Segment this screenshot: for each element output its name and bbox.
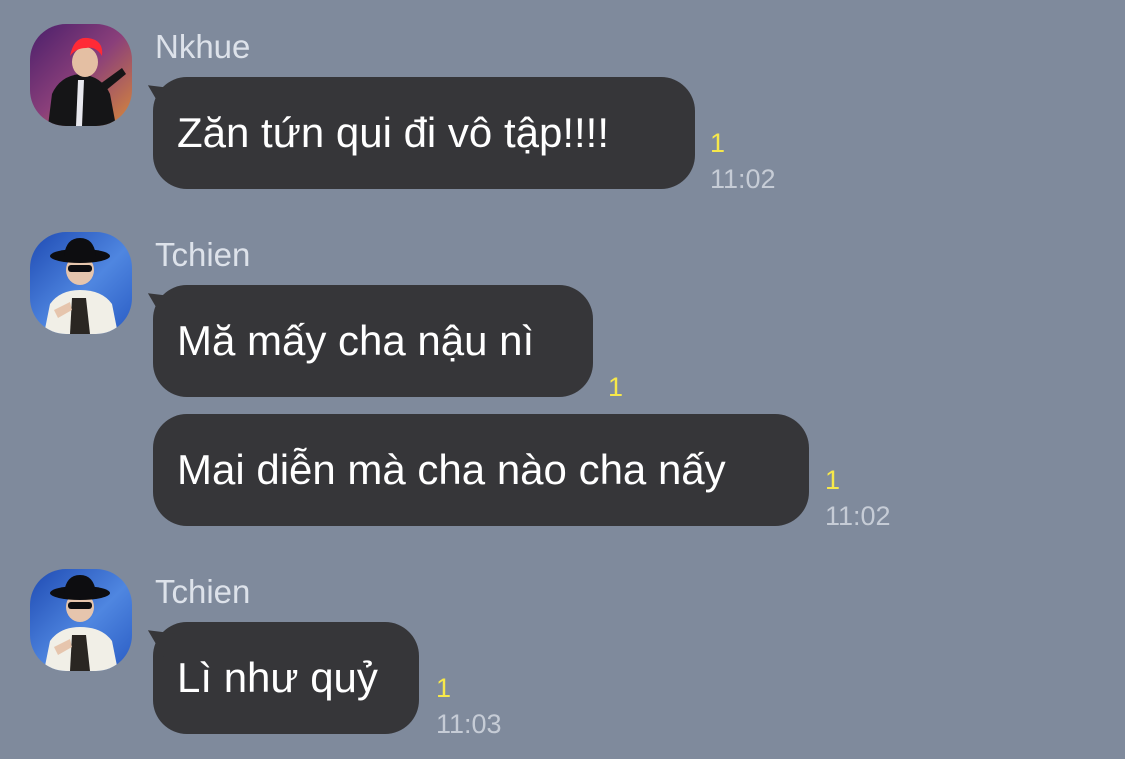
sender-name: Nkhue: [155, 28, 251, 65]
bubble-tail: [140, 621, 176, 657]
message-time: 11:02: [710, 164, 776, 194]
bubble-tail: [140, 76, 176, 112]
bubble-tail: [140, 284, 176, 320]
message-bubble[interactable]: Lì như quỷ: [140, 621, 419, 734]
sender-name: Tchien: [155, 573, 251, 610]
message-time: 11:03: [436, 709, 502, 739]
message-text: Mă mấy cha nậu nì: [177, 317, 535, 364]
message-bubble[interactable]: Mai diễn mà cha nào cha nấy: [153, 414, 809, 526]
message-text: Lì như quỷ: [177, 654, 378, 701]
read-count: 1: [436, 673, 452, 703]
user-avatar-red-hair-icon: [30, 24, 132, 126]
chat-area: Nkhue Zăn tứn qui đi vô tập!!!! 1 11:02: [0, 0, 1125, 759]
read-count: 1: [710, 128, 726, 158]
avatar[interactable]: [30, 569, 132, 671]
avatar[interactable]: [30, 24, 132, 126]
message-bubble[interactable]: Mă mấy cha nậu nì: [140, 284, 593, 397]
user-avatar-black-hat-icon: [30, 569, 132, 671]
user-avatar-black-hat-icon: [30, 232, 132, 334]
read-count: 1: [825, 465, 841, 495]
message-time: 11:02: [825, 501, 891, 531]
read-count: 1: [608, 372, 624, 402]
sender-name: Tchien: [155, 236, 251, 273]
message-text: Zăn tứn qui đi vô tập!!!!: [177, 109, 610, 156]
avatar[interactable]: [30, 232, 132, 334]
message-bubble[interactable]: Zăn tứn qui đi vô tập!!!!: [140, 76, 695, 189]
message-text: Mai diễn mà cha nào cha nấy: [177, 446, 726, 493]
